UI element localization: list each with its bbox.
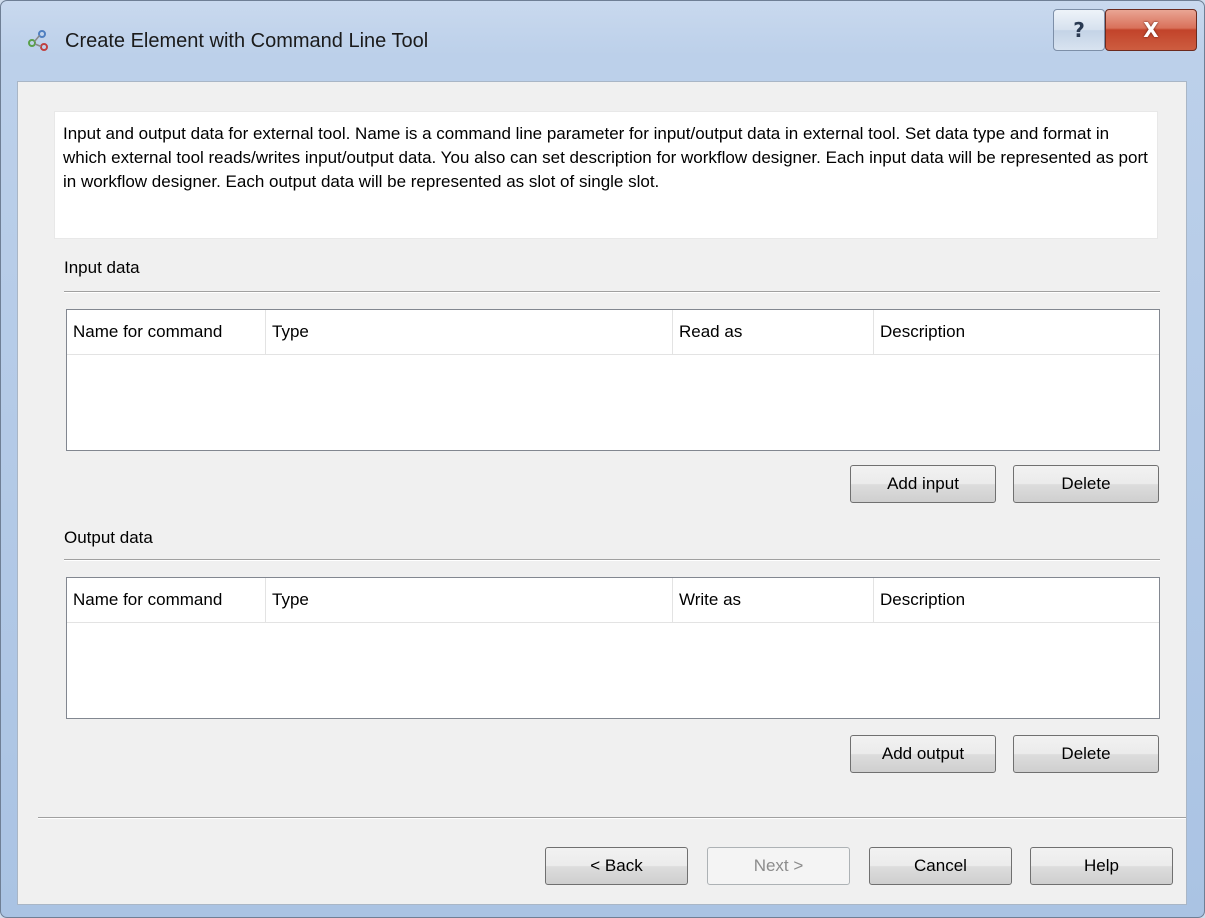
back-button[interactable]: < Back bbox=[545, 847, 688, 885]
input-data-label: Input data bbox=[64, 258, 140, 277]
column-header-name[interactable]: Name for command bbox=[67, 310, 266, 354]
column-header-read-as[interactable]: Read as bbox=[673, 310, 874, 354]
window-title: Create Element with Command Line Tool bbox=[65, 30, 429, 52]
context-help-button[interactable]: ? bbox=[1053, 9, 1105, 51]
output-table-header: Name for command Type Write as Descripti… bbox=[67, 578, 1159, 623]
input-data-table[interactable]: Name for command Type Read as Descriptio… bbox=[66, 309, 1160, 451]
cancel-button[interactable]: Cancel bbox=[869, 847, 1012, 885]
column-header-name[interactable]: Name for command bbox=[67, 578, 266, 622]
delete-input-button[interactable]: Delete bbox=[1013, 465, 1159, 503]
add-input-button[interactable]: Add input bbox=[850, 465, 996, 503]
column-header-description[interactable]: Description bbox=[874, 310, 1159, 354]
add-output-button[interactable]: Add output bbox=[850, 735, 996, 773]
input-table-header: Name for command Type Read as Descriptio… bbox=[67, 310, 1159, 355]
close-button[interactable]: X bbox=[1105, 9, 1197, 51]
column-header-type[interactable]: Type bbox=[266, 310, 673, 354]
dialog-content: Input and output data for external tool.… bbox=[17, 81, 1187, 905]
column-header-type[interactable]: Type bbox=[266, 578, 673, 622]
help-button[interactable]: Help bbox=[1030, 847, 1173, 885]
input-separator bbox=[64, 291, 1160, 293]
dialog-window: Create Element with Command Line Tool ? … bbox=[0, 0, 1205, 918]
output-data-table[interactable]: Name for command Type Write as Descripti… bbox=[66, 577, 1160, 719]
title-bar: Create Element with Command Line Tool ? … bbox=[1, 1, 1204, 81]
footer-separator bbox=[38, 817, 1186, 819]
delete-output-button[interactable]: Delete bbox=[1013, 735, 1159, 773]
next-button[interactable]: Next > bbox=[707, 847, 850, 885]
column-header-description[interactable]: Description bbox=[874, 578, 1159, 622]
workflow-element-icon bbox=[28, 30, 48, 51]
column-header-write-as[interactable]: Write as bbox=[673, 578, 874, 622]
output-data-label: Output data bbox=[64, 528, 153, 547]
description-box: Input and output data for external tool.… bbox=[54, 111, 1158, 239]
description-text: Input and output data for external tool.… bbox=[63, 124, 1148, 191]
output-separator bbox=[64, 559, 1160, 561]
